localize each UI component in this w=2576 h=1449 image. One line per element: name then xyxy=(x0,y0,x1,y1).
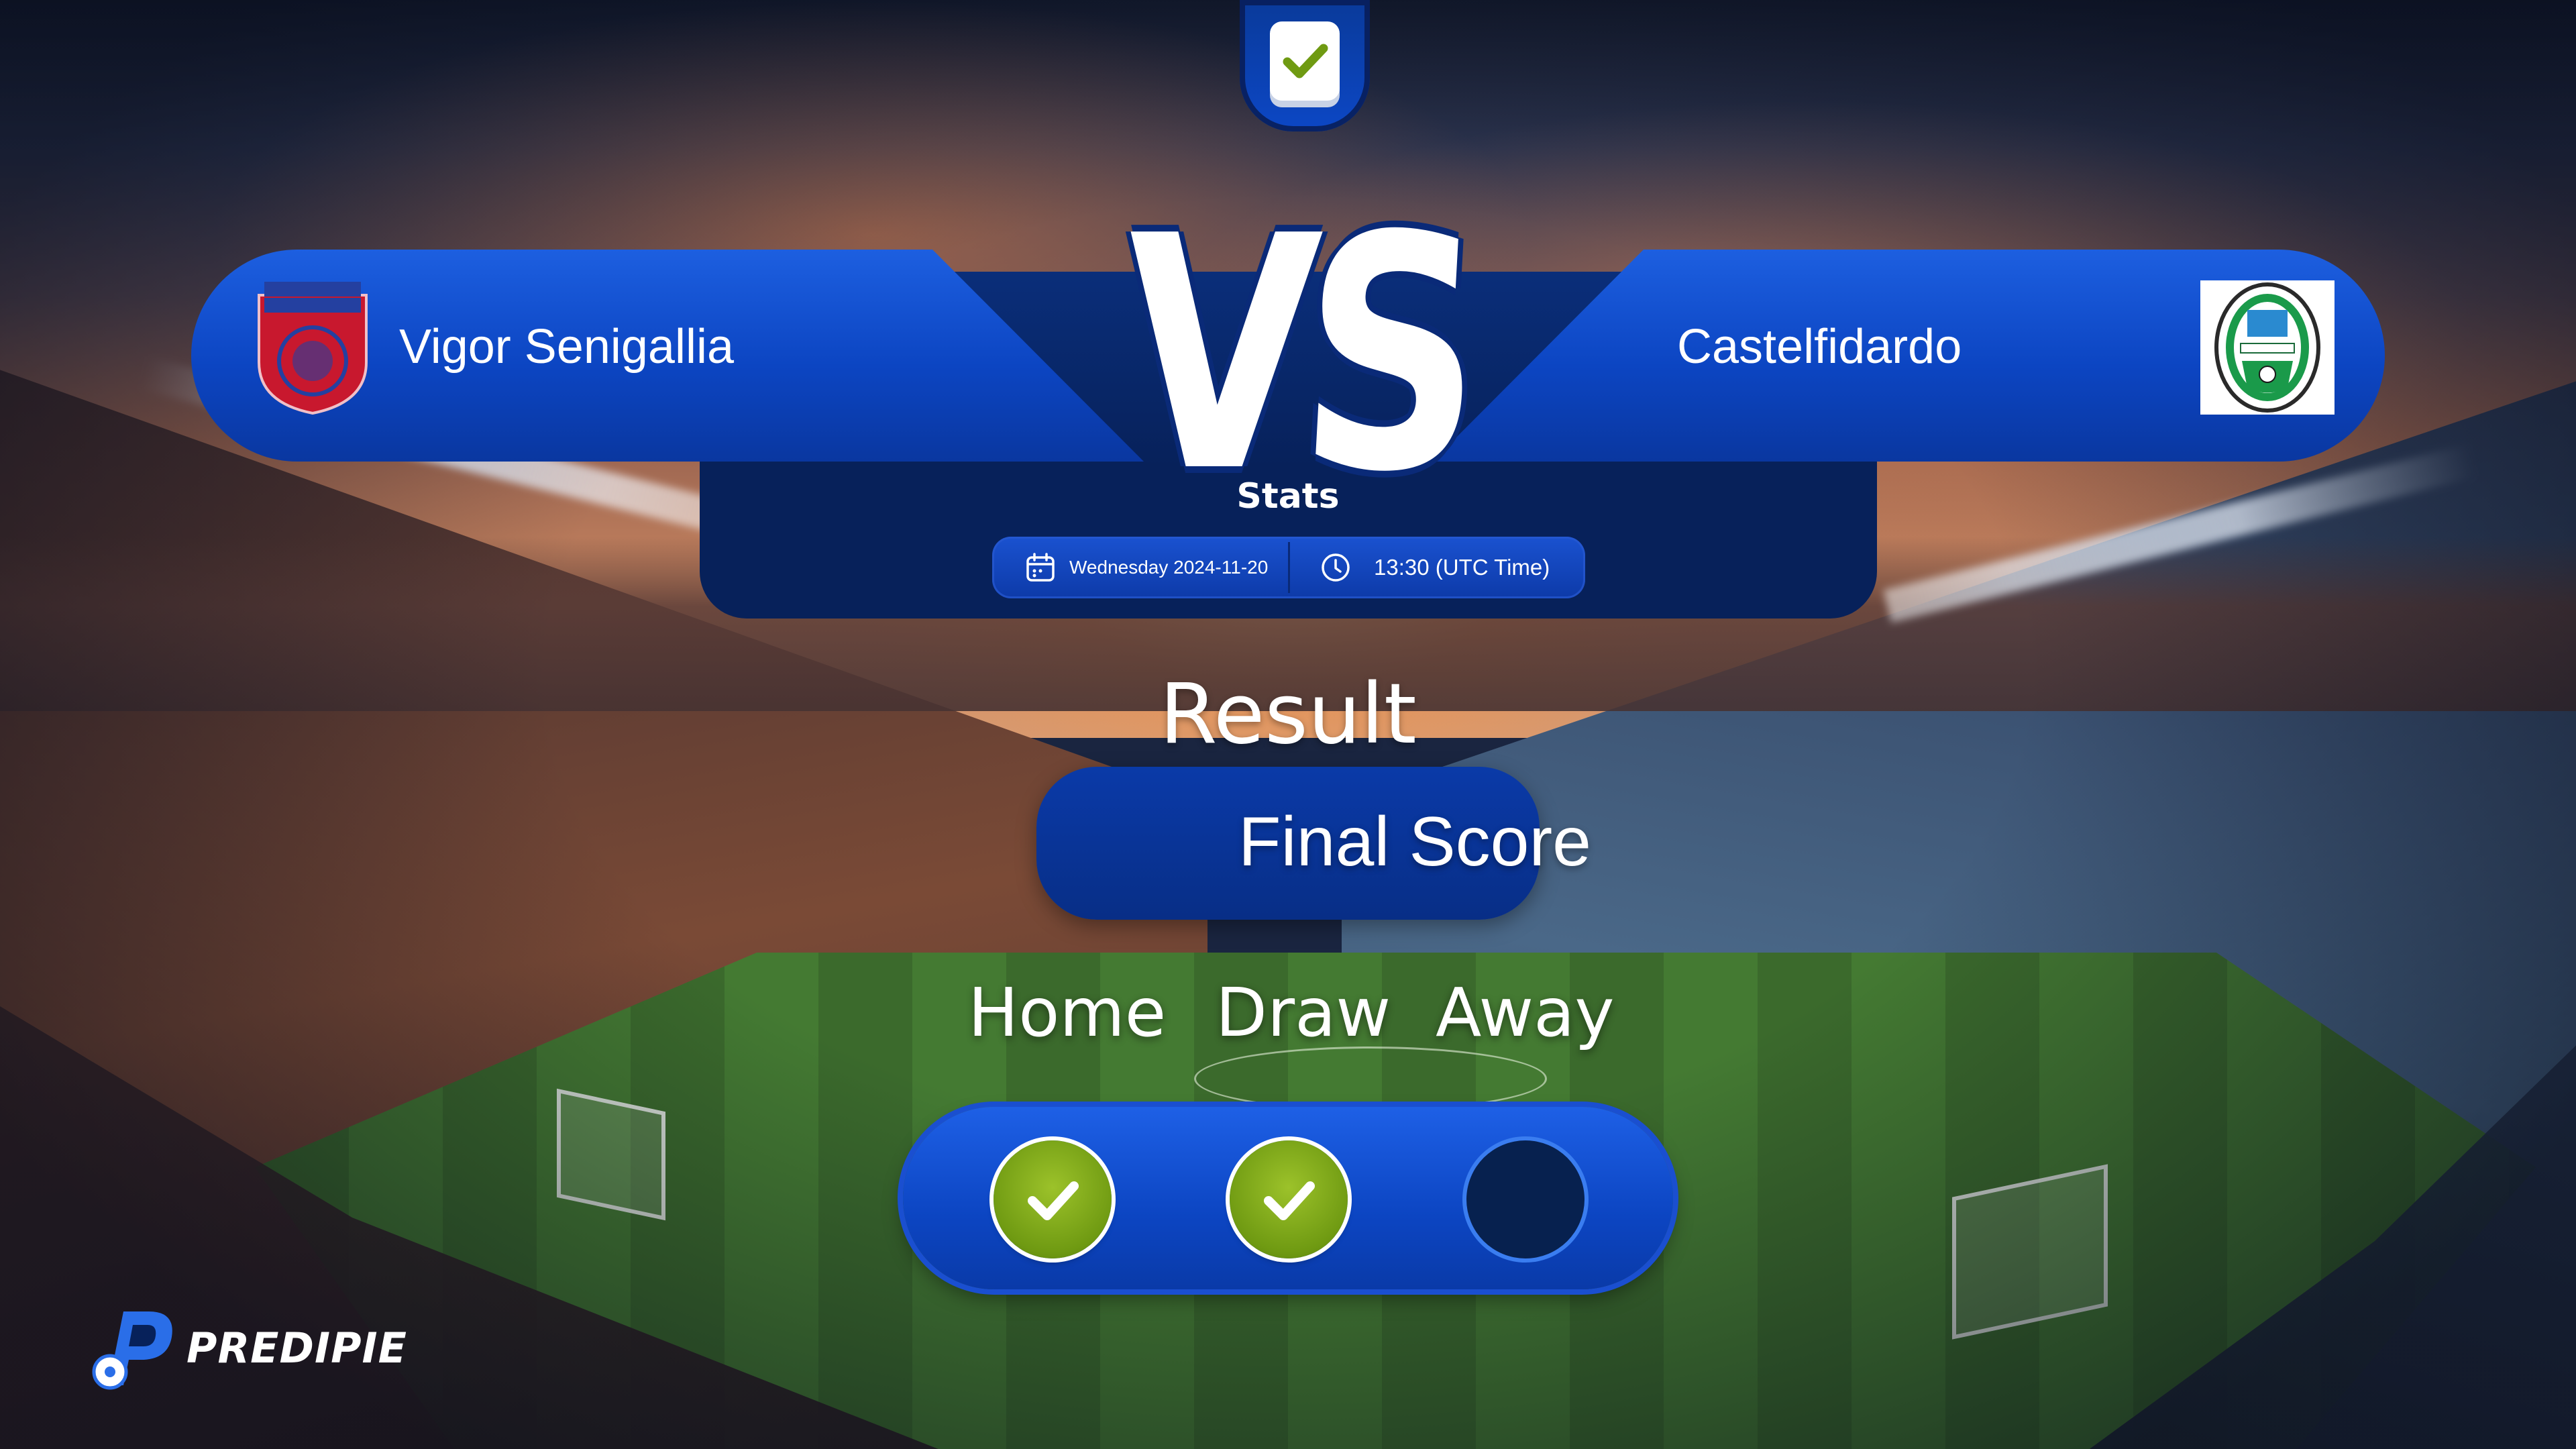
check-icon xyxy=(1028,1181,1079,1220)
check-icon xyxy=(1270,21,1340,101)
outcome-draw-indicator xyxy=(1230,1140,1348,1258)
vs-label: VS xyxy=(1112,168,1477,543)
datetime-divider xyxy=(1288,542,1290,593)
clock-icon xyxy=(1320,551,1352,584)
prediction-card: Vigor Senigallia Castelfidardo VS Stats … xyxy=(0,0,2576,1449)
outcome-label-away: Away xyxy=(1436,973,1615,1052)
home-team-logo xyxy=(255,282,370,416)
verified-badge xyxy=(1240,0,1370,131)
outcome-label-home: Home xyxy=(968,973,1167,1052)
away-team-logo xyxy=(2200,280,2334,415)
outcome-label-draw: Draw xyxy=(1216,973,1391,1052)
outcome-home-indicator xyxy=(994,1140,1112,1258)
stats-label: Stats xyxy=(1236,476,1340,517)
predipie-logo-icon xyxy=(82,1298,182,1392)
calendar-icon xyxy=(1024,551,1057,584)
match-time: 13:30 (UTC Time) xyxy=(1374,555,1550,580)
away-team-name: Castelfidardo xyxy=(1677,320,1962,374)
final-score-label: Final Score xyxy=(1238,803,1591,881)
brand-name: PREDIPIE xyxy=(186,1324,407,1373)
home-team-name: Vigor Senigallia xyxy=(399,320,735,374)
check-icon xyxy=(1264,1181,1315,1220)
match-date: Wednesday 2024-11-20 xyxy=(1069,557,1269,578)
result-title: Result xyxy=(1159,666,1417,763)
outcome-away-indicator xyxy=(1466,1140,1585,1258)
